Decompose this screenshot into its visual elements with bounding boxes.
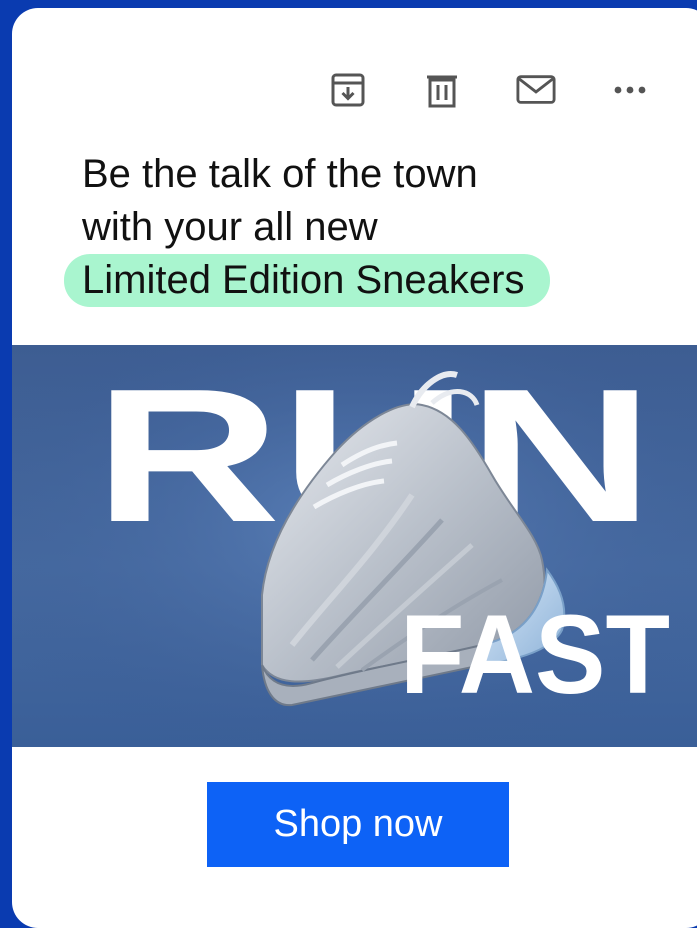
email-client-frame: Be the talk of the town with your all ne… (0, 0, 697, 928)
mail-icon (516, 75, 556, 104)
hero-image: RUN FAST (12, 345, 697, 747)
headline-line-2: with your all new (82, 205, 378, 249)
mark-unread-button[interactable] (516, 70, 556, 110)
trash-icon (427, 75, 457, 108)
archive-button[interactable] (328, 70, 368, 110)
delete-button[interactable] (422, 70, 462, 110)
hero-word-bottom: FAST (400, 592, 670, 717)
email-toolbar (12, 70, 697, 110)
archive-icon (331, 73, 365, 107)
headline-line-1: Be the talk of the town (82, 152, 478, 196)
hero-banner[interactable]: RUN FAST (12, 345, 697, 747)
more-icon (614, 86, 646, 94)
headline-highlight: Limited Edition Sneakers (64, 254, 551, 307)
shop-now-button[interactable]: Shop now (207, 782, 509, 867)
more-options-button[interactable] (610, 70, 650, 110)
email-card: Be the talk of the town with your all ne… (12, 8, 697, 928)
headline: Be the talk of the town with your all ne… (64, 148, 642, 307)
